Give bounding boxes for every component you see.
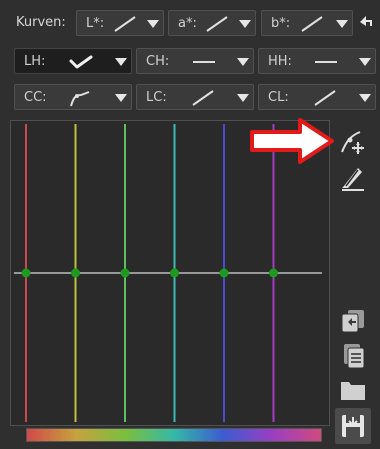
curve-select-label: CH: <box>146 54 170 69</box>
folder-open-icon <box>341 382 365 400</box>
curve-node[interactable] <box>120 268 130 278</box>
flat-curve-icon <box>193 61 215 63</box>
curve-select-label: b*: <box>271 16 291 31</box>
curve-node[interactable] <box>21 268 31 278</box>
chevron-down-icon <box>147 20 159 28</box>
copy-button[interactable] <box>336 302 370 336</box>
curve-editor-graph[interactable] <box>14 124 322 422</box>
undo-arrow-icon[interactable] <box>357 12 375 32</box>
open-folder-button[interactable] <box>336 372 370 406</box>
custom-curve-icon <box>70 91 90 107</box>
chevron-down-icon <box>239 20 251 28</box>
linear-curve-icon <box>301 16 323 32</box>
curve-select-label: LH: <box>24 54 46 69</box>
curve-select-label: CC: <box>24 90 47 105</box>
chevron-down-icon <box>237 94 249 102</box>
curve-select-ch[interactable]: CH: <box>136 48 254 74</box>
curve-select-b[interactable]: b*: <box>261 10 353 36</box>
copy-icon <box>341 310 364 333</box>
chevron-down-icon <box>115 94 127 102</box>
curve-node[interactable] <box>219 268 229 278</box>
linear-curve-icon <box>114 16 136 32</box>
paste-icon <box>344 344 365 369</box>
curve-select-cl[interactable]: CL: <box>258 84 376 110</box>
curves-row-1: Kurven: L*: a*: b*: <box>0 6 380 42</box>
curve-node[interactable] <box>71 268 80 278</box>
edit-node-button[interactable] <box>336 124 370 158</box>
curve-node[interactable] <box>269 268 278 278</box>
edit-pen-icon <box>342 168 364 191</box>
curve-select-a[interactable]: a*: <box>168 10 256 36</box>
curve-select-label: a*: <box>178 16 197 31</box>
curve-select-label: HH: <box>268 54 292 69</box>
chevron-down-icon <box>359 94 371 102</box>
curve-select-hh[interactable]: HH: <box>258 48 376 74</box>
save-icon <box>342 415 364 437</box>
paste-button[interactable] <box>336 338 370 372</box>
linear-curve-icon <box>206 16 228 32</box>
curve-select-lc[interactable]: LC: <box>136 84 254 110</box>
linear-curve-icon <box>314 90 336 106</box>
curve-select-label: L*: <box>86 16 105 31</box>
flat-curve-icon <box>315 61 337 63</box>
chevron-down-icon <box>359 58 371 66</box>
edit-pen-button[interactable] <box>336 160 370 194</box>
linear-curve-icon <box>192 90 214 106</box>
curve-select-label: CL: <box>268 90 289 105</box>
curve-select-lh[interactable]: LH: <box>14 48 132 74</box>
edit-node-icon <box>341 131 364 154</box>
curves-row-2: LH: CH: HH: <box>0 44 380 80</box>
curves-label: Kurven: <box>16 15 66 30</box>
curve-select-cc[interactable]: CC: <box>14 84 132 110</box>
curves-row-3: CC: LC: CL: <box>0 80 380 116</box>
hue-gradient-bar <box>26 428 322 442</box>
chevron-down-icon <box>336 20 348 28</box>
save-button-icon-wrap <box>336 409 370 443</box>
curve-node[interactable] <box>170 268 179 278</box>
chevron-down-icon <box>237 58 249 66</box>
curve-select-l[interactable]: L*: <box>76 10 164 36</box>
annotation-arrow-icon <box>250 118 334 164</box>
custom-curve-icon <box>69 55 93 69</box>
chevron-down-icon <box>115 58 127 66</box>
curve-select-label: LC: <box>146 90 167 105</box>
